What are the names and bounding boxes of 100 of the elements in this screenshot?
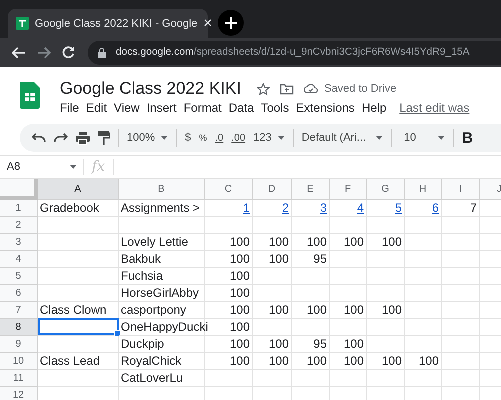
cloud-check-icon xyxy=(304,84,318,94)
row-header[interactable]: 5 xyxy=(0,268,38,285)
empty-cell xyxy=(367,268,405,285)
menu-item[interactable]: View xyxy=(114,101,140,115)
table-cell: 2 xyxy=(253,200,292,217)
folder-icon[interactable] xyxy=(280,84,294,94)
empty-cell xyxy=(292,370,330,387)
empty-cell xyxy=(253,370,292,387)
new-tab-icon[interactable] xyxy=(218,10,244,36)
row-header[interactable]: 1 xyxy=(0,200,38,217)
document-title[interactable]: Google Class 2022 KIKI xyxy=(60,79,242,99)
increase-decimal-button[interactable]: .00 xyxy=(232,132,246,144)
empty-cell xyxy=(442,319,480,336)
redo-icon[interactable] xyxy=(54,133,68,143)
menu-item[interactable]: Edit xyxy=(86,101,108,115)
caret-icon xyxy=(438,136,446,140)
empty-cell xyxy=(442,302,480,319)
menu-item[interactable]: Help xyxy=(362,101,387,115)
column-header[interactable]: B xyxy=(119,179,205,200)
reload-icon[interactable] xyxy=(62,46,75,59)
menu-item[interactable]: Tools xyxy=(261,101,290,115)
sheets-logo-icon xyxy=(20,82,40,109)
tab-title: Google Class 2022 KIKI - Google xyxy=(35,18,198,30)
percent-button[interactable]: % xyxy=(199,133,208,143)
paint-roller-icon[interactable] xyxy=(98,131,110,145)
decrease-decimal-button[interactable]: .0 xyxy=(215,132,224,144)
row-header[interactable]: 2 xyxy=(0,217,38,234)
column-header[interactable]: C xyxy=(205,179,253,200)
empty-cell xyxy=(405,234,442,251)
address-bar[interactable]: docs.google.com/spreadsheets/d/1zd-u_9nCvbni3C3jcF6R6Ws4I5YdR9_15A xyxy=(88,40,501,64)
caret-icon xyxy=(161,136,168,140)
back-arrow-icon[interactable] xyxy=(12,46,26,58)
column-header[interactable]: J xyxy=(480,179,501,200)
table-cell: 100 xyxy=(253,336,292,353)
empty-cell xyxy=(367,251,405,268)
font-size-dropdown[interactable]: 10 xyxy=(404,132,446,144)
table-cell: 100 xyxy=(205,336,253,353)
empty-cell xyxy=(205,370,253,387)
column-header[interactable]: H xyxy=(405,179,442,200)
table-cell: Class Clown xyxy=(38,302,119,319)
empty-cell xyxy=(330,285,367,302)
table-cell: CatLoverLu xyxy=(119,370,205,387)
column-header[interactable]: D xyxy=(253,179,292,200)
url-host: docs.google.com xyxy=(116,47,194,58)
font-dropdown[interactable]: Default (Ari... xyxy=(302,132,384,144)
bold-button[interactable]: B xyxy=(462,130,474,146)
menu-item[interactable]: Extensions xyxy=(296,101,355,115)
empty-cell xyxy=(292,268,330,285)
column-header[interactable]: E xyxy=(292,179,330,200)
row-header[interactable]: 10 xyxy=(0,353,38,370)
caret-icon xyxy=(376,136,384,140)
empty-cell xyxy=(367,336,405,353)
table-cell: 5 xyxy=(367,200,405,217)
menu-item[interactable]: File xyxy=(60,101,80,115)
more-formats-dropdown[interactable]: 123 xyxy=(254,132,285,144)
table-cell: 100 xyxy=(367,234,405,251)
table-cell: Fuchsia xyxy=(119,268,205,285)
print-icon[interactable] xyxy=(76,132,90,144)
currency-button[interactable]: $ xyxy=(185,132,192,144)
row-header[interactable]: 11 xyxy=(0,370,38,387)
empty-cell xyxy=(405,251,442,268)
row-header[interactable]: 9 xyxy=(0,336,38,353)
row-header[interactable]: 6 xyxy=(0,285,38,302)
row-header[interactable]: 3 xyxy=(0,234,38,251)
row-header[interactable]: 7 xyxy=(0,302,38,319)
table-cell: Lovely Lettie xyxy=(119,234,205,251)
name-box[interactable]: A8 xyxy=(0,159,84,175)
row-header[interactable]: 4 xyxy=(0,251,38,268)
table-cell: HorseGirlAbby xyxy=(119,285,205,302)
table-cell: 7 xyxy=(442,200,480,217)
table-cell: 95 xyxy=(292,336,330,353)
empty-cell xyxy=(292,217,330,234)
empty-cell xyxy=(292,285,330,302)
column-header[interactable]: A xyxy=(38,179,119,200)
zoom-dropdown[interactable]: 100% xyxy=(127,132,168,144)
menu-item[interactable]: Format xyxy=(184,101,222,115)
save-status: Saved to Drive xyxy=(324,83,397,95)
star-icon[interactable] xyxy=(257,82,270,96)
menu-item[interactable]: Insert xyxy=(146,101,177,115)
last-edit-link[interactable]: Last edit was xyxy=(400,101,470,115)
table-cell: Duckpip xyxy=(119,336,205,353)
row-header[interactable]: 8 xyxy=(0,319,38,336)
empty-cell xyxy=(405,370,442,387)
column-header[interactable]: G xyxy=(367,179,405,200)
forward-arrow-icon[interactable] xyxy=(37,46,51,58)
empty-cell xyxy=(205,217,253,234)
table-cell: 100 xyxy=(205,285,253,302)
empty-cell xyxy=(442,234,480,251)
column-header[interactable]: I xyxy=(442,179,480,200)
empty-cell xyxy=(330,319,367,336)
table-cell: 100 xyxy=(205,251,253,268)
menu-item[interactable]: Data xyxy=(228,101,254,115)
table-cell: 3 xyxy=(292,200,330,217)
row-header[interactable]: 12 xyxy=(0,387,38,400)
table-cell: 100 xyxy=(253,251,292,268)
column-header[interactable]: F xyxy=(330,179,367,200)
table-cell: Class Lead xyxy=(38,353,119,370)
empty-cell xyxy=(292,319,330,336)
undo-icon[interactable] xyxy=(32,133,46,143)
selected-cell[interactable] xyxy=(38,318,119,335)
